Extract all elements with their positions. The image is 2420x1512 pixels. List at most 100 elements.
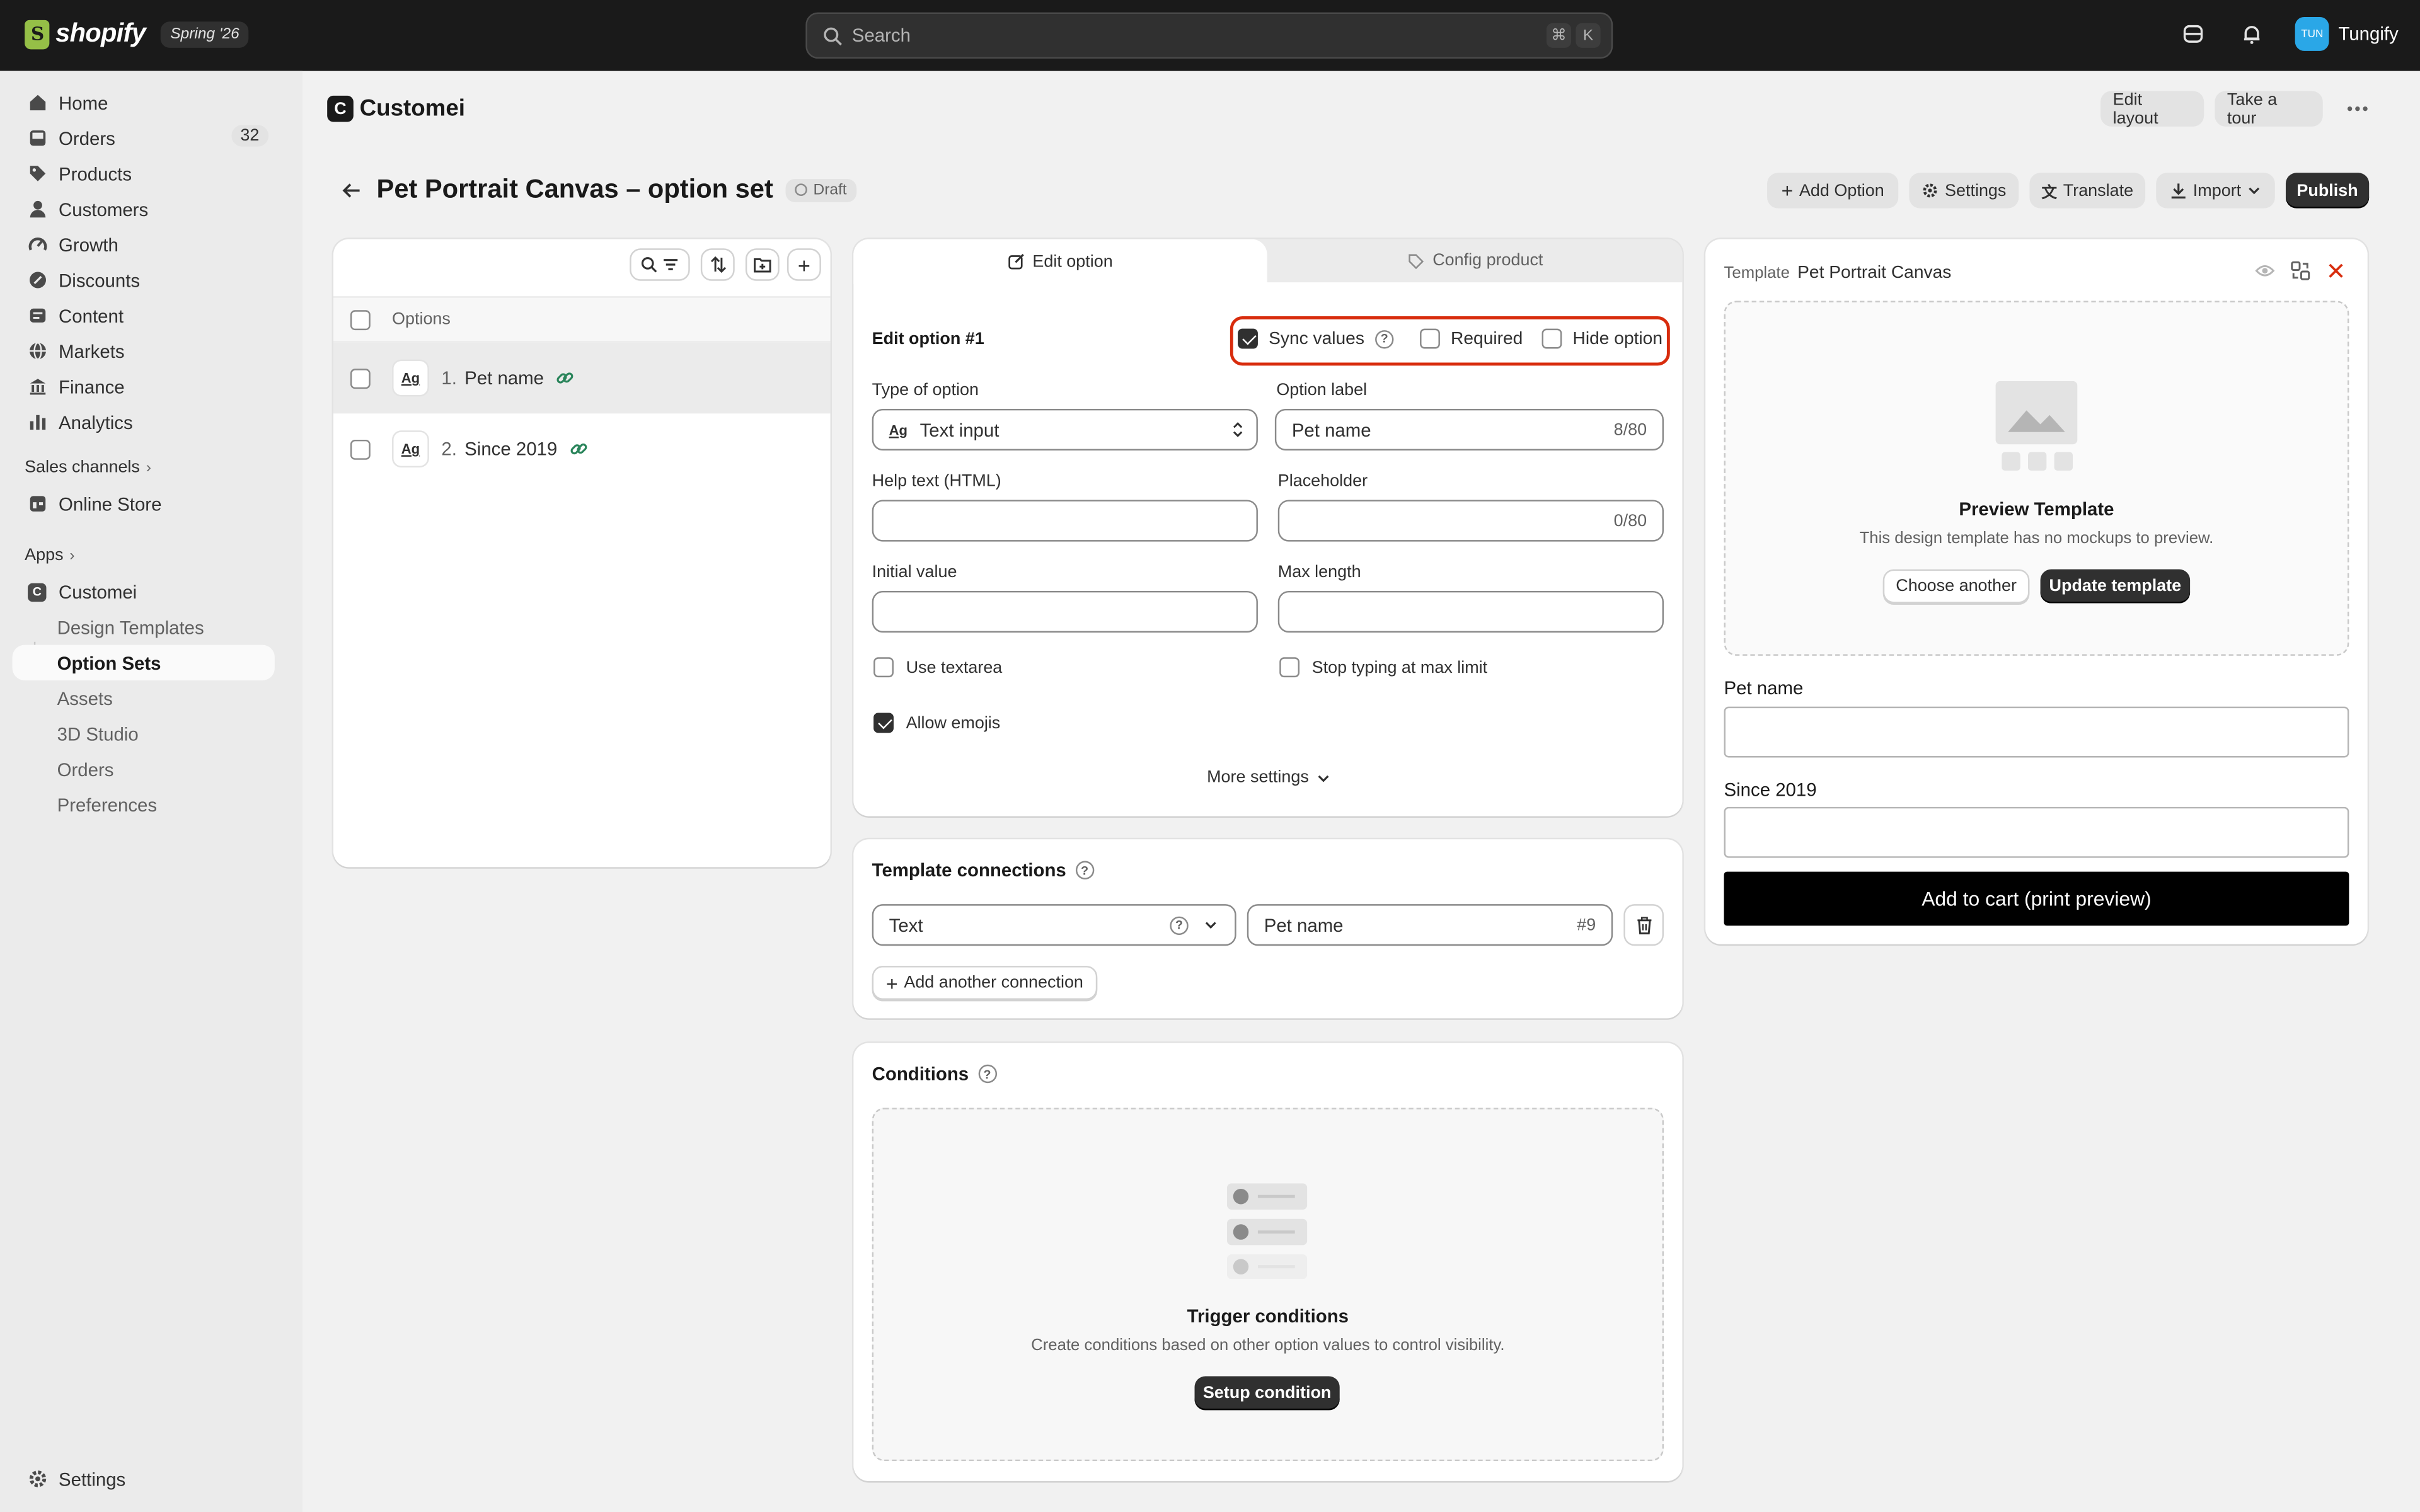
shopify-logo[interactable]: shopify Spring '26 [25,18,249,49]
required-label: Required [1451,329,1523,348]
translate-icon: 文 [2041,185,2057,202]
update-template-button[interactable]: Update template [2040,569,2191,604]
more-actions-icon[interactable] [2340,96,2374,120]
bell-icon[interactable] [2237,18,2267,49]
use-textarea-checkbox[interactable]: Use textarea [873,657,1002,678]
settings-button[interactable]: Settings [1909,173,2019,209]
sidebar-subitem-preferences[interactable]: Preferences [13,787,275,822]
option-label-input[interactable]: Pet name 8/80 [1274,408,1664,451]
sidebar-subitem-orders[interactable]: Orders [13,752,275,787]
checkbox-checked[interactable] [873,713,894,733]
sidebar-item-label: Home [59,91,108,114]
sidebar-subitem-3d-studio[interactable]: 3D Studio [13,716,275,751]
sidebar-subitem-design-templates[interactable]: Design Templates [13,609,275,644]
sort-button[interactable] [700,248,735,281]
sidebar-item-label: Finance [59,375,125,398]
allow-emojis-checkbox[interactable]: Allow emojis [873,713,1000,733]
add-option-button[interactable]: + Add Option [1767,173,1899,209]
add-another-connection-button[interactable]: + Add another connection [872,966,1098,1000]
preview-template-description: This design template has no mockups to p… [1859,529,2214,548]
sidebar-item-products[interactable]: Products [13,156,275,191]
connection-target-select[interactable]: Pet name #9 [1247,904,1613,946]
sidebar-item-customers[interactable]: Customers [13,192,275,227]
sidebar-item-finance[interactable]: Finance [13,369,275,404]
app-title: C Customei [327,95,465,122]
sidebar-subitem-assets[interactable]: Assets [13,680,275,716]
max-length-input[interactable] [1277,590,1664,633]
help-icon[interactable]: ? [1170,915,1189,934]
hide-option-checkbox[interactable]: Hide option [1541,328,1663,349]
hide-option-label: Hide option [1572,329,1663,348]
checkbox[interactable] [1279,657,1300,678]
sidebar-item-markets[interactable]: Markets [13,333,275,369]
help-icon[interactable]: ? [1075,861,1094,879]
brand-wordmark: shopify [55,18,146,48]
checkbox[interactable] [1541,328,1562,349]
help-icon[interactable]: ? [1375,329,1394,348]
checkbox[interactable] [1420,328,1440,349]
take-tour-button[interactable]: Take a tour [2215,90,2323,127]
checkbox[interactable] [873,657,894,678]
translate-button[interactable]: 文 Translate [2029,173,2146,209]
allow-emojis-label: Allow emojis [906,713,1001,733]
help-text-input[interactable] [872,500,1258,542]
placeholder-input[interactable]: 0/80 [1277,500,1664,542]
preview-pet-name-input[interactable] [1724,706,2349,758]
more-settings-button[interactable]: More settings [1207,769,1330,787]
sidebar-item-online-store[interactable]: Online Store [13,486,275,521]
template-header: Template Pet Portrait Canvas [1724,264,1952,282]
type-of-option-label: Type of option [872,381,979,400]
sidebar-item-customei[interactable]: C Customei [13,574,275,609]
sync-values-checkbox[interactable]: Sync values ? [1238,328,1394,349]
sidebar-item-home[interactable]: Home [13,85,275,120]
publish-button[interactable]: Publish [2285,173,2370,209]
plus-icon: + [1781,179,1794,202]
sidebar-item-discounts[interactable]: Discounts [13,262,275,297]
setup-condition-button[interactable]: Setup condition [1194,1376,1340,1411]
sidebar-item-settings[interactable]: Settings [13,1461,275,1496]
eye-icon[interactable] [2255,261,2276,282]
search-icon [824,26,842,45]
add-to-cart-button[interactable]: Add to cart (print preview) [1724,871,2349,926]
checkbox-checked[interactable] [1238,328,1258,349]
row-checkbox[interactable] [350,438,371,459]
max-length-label: Max length [1277,563,1361,582]
edit-layout-button[interactable]: Edit layout [2100,90,2204,127]
page-header: Pet Portrait Canvas – option set Draft [337,175,856,205]
row-checkbox[interactable] [350,368,371,388]
option-row[interactable]: Ag 1. Pet name [333,342,831,414]
new-folder-button[interactable] [745,248,780,281]
delete-connection-button[interactable] [1623,904,1664,946]
required-checkbox[interactable]: Required [1420,328,1523,349]
type-of-option-select[interactable]: Ag Text input [872,408,1258,451]
select-all-checkbox[interactable] [350,309,371,329]
swap-template-icon[interactable] [2290,261,2312,282]
sidebar-item-analytics[interactable]: Analytics [13,404,275,440]
tab-config-product[interactable]: Config product [1269,239,1682,283]
help-icon[interactable]: ? [977,1064,997,1084]
stop-typing-checkbox[interactable]: Stop typing at max limit [1279,657,1487,678]
sidebar-item-growth[interactable]: Growth [13,227,275,262]
close-icon[interactable] [2326,261,2348,282]
tab-edit-option[interactable]: Edit option [853,239,1267,284]
search-filter-button[interactable] [630,248,690,281]
import-button[interactable]: Import [2156,173,2275,209]
add-option-icon-button[interactable]: + [786,248,821,281]
preview-since-input[interactable] [1724,806,2349,858]
apps-heading[interactable]: Apps › [25,546,74,564]
choose-another-button[interactable]: Choose another [1882,569,2030,604]
sales-channels-heading[interactable]: Sales channels › [25,458,151,476]
sidebar-subitem-option-sets[interactable]: Option Sets [12,644,275,681]
initial-value-input[interactable] [872,590,1258,633]
content-icon [25,303,49,328]
sidebar-item-orders[interactable]: Orders 32 [13,120,275,156]
option-label-value: Pet name [1291,418,1371,441]
sidebar-item-label: Discounts [59,269,141,291]
user-menu[interactable]: TUN Tungify [2295,16,2399,51]
option-row[interactable]: Ag 2. Since 2019 [333,413,831,484]
sidebar-item-content[interactable]: Content [13,298,275,333]
back-arrow-icon[interactable] [337,176,364,203]
sidekick-icon[interactable] [2178,18,2209,49]
search-input[interactable]: Search ⌘ K [805,12,1613,59]
connection-type-select[interactable]: Text ? [872,904,1236,946]
